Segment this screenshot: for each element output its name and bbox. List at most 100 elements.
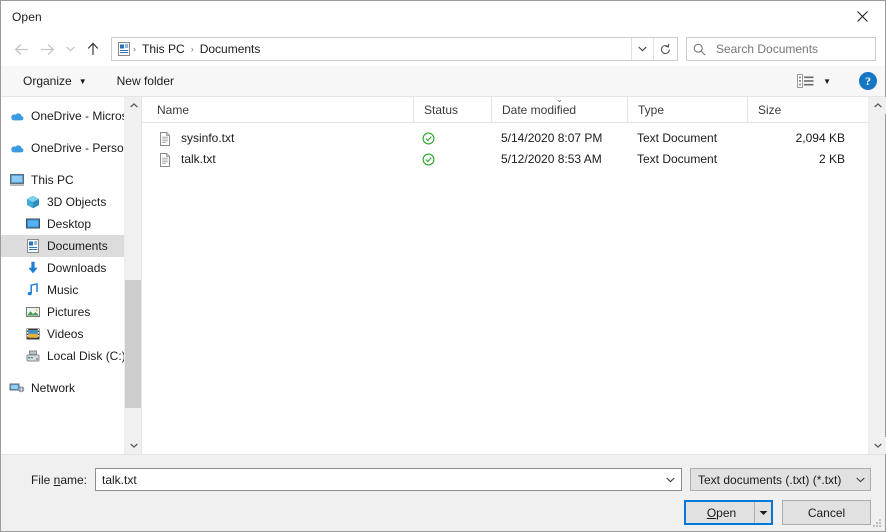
breadcrumb-item-documents[interactable]: Documents xyxy=(195,42,266,56)
file-list: sysinfo.txt 5/14/2020 8:07 PM Text Docum… xyxy=(142,123,868,454)
file-date-cell: 5/12/2020 8:53 AM xyxy=(491,149,627,170)
organize-button[interactable]: Organize ▼ xyxy=(15,69,95,93)
command-toolbar: Organize ▼ New folder ▼ ? xyxy=(1,66,885,97)
sidebar-item-local-disk-c[interactable]: Local Disk (C:) xyxy=(1,345,141,367)
view-options-button[interactable]: ▼ xyxy=(789,69,839,93)
file-size-cell: 2 KB xyxy=(747,149,868,170)
desktop-icon xyxy=(25,216,41,232)
pictures-icon xyxy=(25,304,41,320)
refresh-icon[interactable] xyxy=(653,38,677,60)
address-bar[interactable]: › This PC › Documents xyxy=(111,37,678,61)
column-header-type[interactable]: Type xyxy=(627,97,747,123)
refresh-glyph xyxy=(659,43,672,56)
sidebar-item-network[interactable]: Network xyxy=(1,377,141,399)
sidebar-label: Downloads xyxy=(47,261,106,275)
scroll-down-icon[interactable] xyxy=(869,437,886,454)
sidebar-label: Documents xyxy=(47,239,108,253)
file-list-inner: Name Status ⌄ Date modified Type Size xyxy=(142,97,868,454)
sidebar-label: OneDrive - Persor xyxy=(31,141,128,155)
sidebar-item-documents[interactable]: Documents xyxy=(1,235,141,257)
chevron-down-icon[interactable] xyxy=(660,469,681,490)
close-icon[interactable] xyxy=(839,1,885,32)
search-input[interactable]: Search Documents xyxy=(709,42,818,56)
new-folder-button[interactable]: New folder xyxy=(109,69,182,93)
sidebar-label: Network xyxy=(31,381,75,395)
file-name-row: File name: talk.txt Text documents (.txt… xyxy=(15,455,871,495)
table-row[interactable]: talk.txt 5/12/2020 8:53 AM Text Document… xyxy=(142,149,868,170)
action-buttons-row: Open Cancel xyxy=(15,495,871,525)
sidebar-scrollbar[interactable] xyxy=(124,97,141,454)
file-status-cell xyxy=(413,149,491,170)
sidebar-gap xyxy=(1,127,141,137)
text-document-icon xyxy=(157,131,173,147)
documents-glyph xyxy=(116,41,132,57)
sidebar-item-this-pc[interactable]: This PC xyxy=(1,169,141,191)
close-glyph xyxy=(857,11,868,22)
sidebar-item-music[interactable]: Music xyxy=(1,279,141,301)
downloads-glyph xyxy=(25,260,41,276)
documents-icon xyxy=(25,238,41,254)
help-button[interactable]: ? xyxy=(859,72,877,90)
open-button[interactable]: Open xyxy=(684,500,773,525)
sidebar-label: Music xyxy=(47,283,78,297)
up-one-level-icon[interactable] xyxy=(80,36,106,62)
column-header-status[interactable]: Status xyxy=(413,97,491,123)
sidebar-item-pictures[interactable]: Pictures xyxy=(1,301,141,323)
chevron-up-glyph xyxy=(130,103,138,108)
chevron-down-icon xyxy=(850,477,870,483)
videos-glyph xyxy=(25,326,41,342)
local-disk-glyph xyxy=(25,348,41,364)
sidebar-label: 3D Objects xyxy=(47,195,106,209)
breadcrumb-item-this-pc[interactable]: This PC xyxy=(137,42,190,56)
address-dropdown-icon[interactable] xyxy=(631,38,653,60)
arrow-up-glyph xyxy=(86,42,100,56)
sidebar-label: OneDrive - Micros xyxy=(31,109,128,123)
caret-down-glyph xyxy=(759,510,768,516)
open-dropdown-icon[interactable] xyxy=(754,502,771,523)
sidebar-item-onedrive-personal[interactable]: OneDrive - Persor xyxy=(1,137,141,159)
music-icon xyxy=(25,282,41,298)
breadcrumb[interactable]: › This PC › Documents xyxy=(116,41,631,57)
resize-grip-icon[interactable] xyxy=(872,518,882,528)
column-header-size[interactable]: Size xyxy=(747,97,868,123)
sidebar-item-videos[interactable]: Videos xyxy=(1,323,141,345)
text-document-glyph xyxy=(157,152,173,168)
sidebar-gap xyxy=(1,367,141,377)
sidebar-scroll-thumb[interactable] xyxy=(125,280,141,408)
file-name-label-post: ame: xyxy=(60,473,87,487)
music-glyph xyxy=(25,282,41,298)
file-type-filter-dropdown[interactable]: Text documents (.txt) (*.txt) xyxy=(690,468,871,491)
sidebar-item-desktop[interactable]: Desktop xyxy=(1,213,141,235)
sidebar-item-3d-objects[interactable]: 3D Objects xyxy=(1,191,141,213)
column-header-date-modified[interactable]: ⌄ Date modified xyxy=(491,97,627,123)
scroll-up-icon[interactable] xyxy=(125,97,141,114)
scroll-up-icon[interactable] xyxy=(869,97,886,114)
forward-icon[interactable] xyxy=(34,36,60,62)
column-header-name[interactable]: Name xyxy=(142,97,413,123)
chevron-up-glyph xyxy=(874,103,882,108)
available-offline-icon xyxy=(422,132,435,145)
back-icon[interactable] xyxy=(8,36,34,62)
this-pc-glyph xyxy=(9,172,25,188)
file-list-scrollbar[interactable] xyxy=(868,97,885,454)
scroll-down-icon[interactable] xyxy=(125,437,141,454)
text-document-icon xyxy=(157,152,173,168)
sidebar-item-downloads[interactable]: Downloads xyxy=(1,257,141,279)
recent-locations-icon[interactable] xyxy=(60,36,80,62)
search-box[interactable]: Search Documents xyxy=(686,37,876,61)
chevron-down-icon: ▼ xyxy=(79,77,87,86)
cancel-button[interactable]: Cancel xyxy=(782,500,871,525)
sidebar-item-onedrive-business[interactable]: OneDrive - Micros xyxy=(1,105,141,127)
new-folder-label: New folder xyxy=(117,74,174,88)
chevron-down-glyph xyxy=(666,477,675,483)
videos-icon xyxy=(25,326,41,342)
table-row[interactable]: sysinfo.txt 5/14/2020 8:07 PM Text Docum… xyxy=(142,128,868,149)
sidebar-label: Videos xyxy=(47,327,83,341)
file-name-label: File name: xyxy=(15,473,87,487)
file-status-cell xyxy=(413,128,491,149)
file-name-input[interactable]: talk.txt xyxy=(95,468,682,491)
file-name-value: talk.txt xyxy=(102,473,660,487)
network-glyph xyxy=(9,380,25,396)
file-name-cell: talk.txt xyxy=(142,149,413,170)
pictures-glyph xyxy=(25,304,41,320)
